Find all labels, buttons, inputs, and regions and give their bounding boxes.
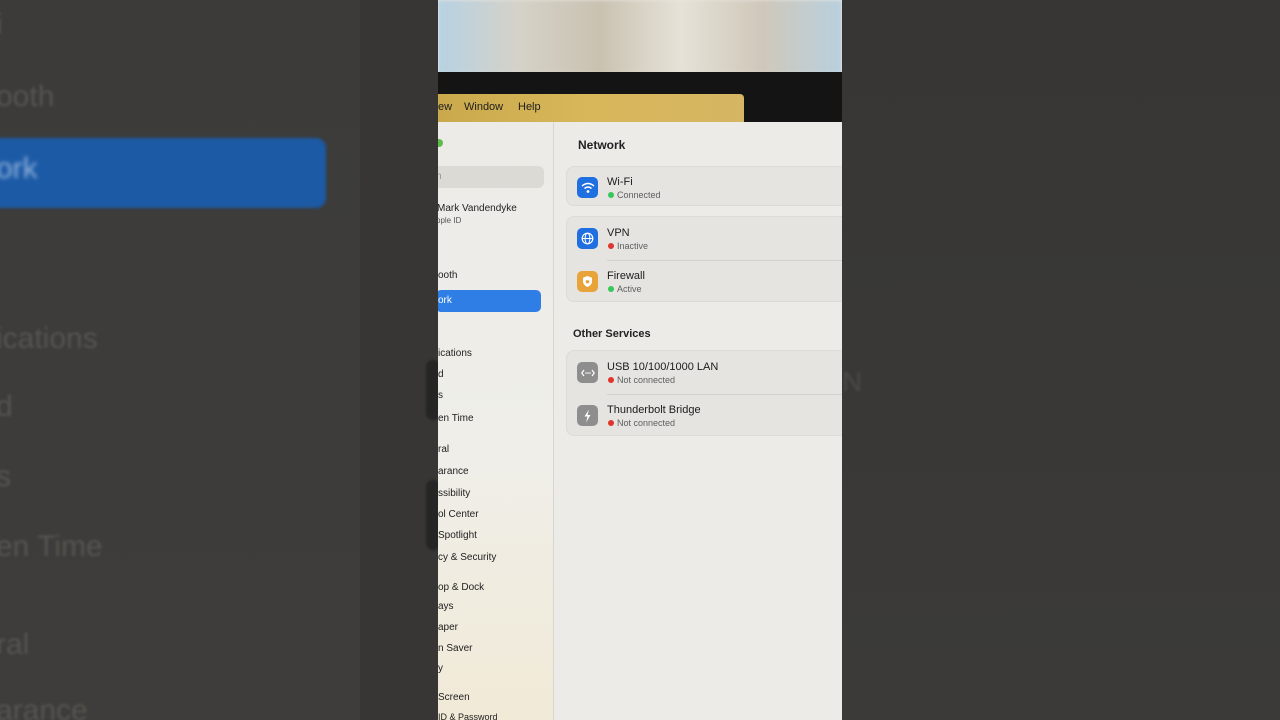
background-label: d xyxy=(0,390,13,423)
background-label: s xyxy=(0,460,11,493)
service-status: Connected xyxy=(617,190,661,200)
sidebar-item-displays[interactable]: ays xyxy=(438,601,454,612)
background-blur-right xyxy=(842,0,1280,720)
sidebar-item-wallpaper[interactable]: aper xyxy=(438,622,458,633)
service-row-vpn[interactable]: VPN Inactive xyxy=(567,218,842,258)
sidebar-item-screen-saver[interactable]: n Saver xyxy=(438,643,472,654)
status-dot xyxy=(608,286,614,292)
sidebar-item-bluetooth[interactable]: ooth xyxy=(438,270,457,281)
background-selected-item: ork xyxy=(0,138,326,208)
background-blur-left: i ooth ork ications d s en Time ral aran… xyxy=(0,0,438,720)
background-label: N xyxy=(842,366,863,397)
background-label: en Time xyxy=(0,530,103,563)
menu-help[interactable]: Help xyxy=(518,101,541,113)
status-dot xyxy=(608,377,614,383)
zoom-button[interactable] xyxy=(438,139,443,147)
sidebar-item-desktop-dock[interactable]: op & Dock xyxy=(438,582,484,593)
background-label: ooth xyxy=(0,80,55,113)
search-placeholder: h xyxy=(438,171,442,182)
sidebar-item-label: ork xyxy=(438,295,452,306)
search-field[interactable]: h xyxy=(438,166,544,188)
services-card: VPN Inactive Firewall Active xyxy=(566,216,842,302)
service-status: Not connected xyxy=(617,418,676,428)
status-dot xyxy=(608,243,614,249)
sidebar-item-privacy-security[interactable]: cy & Security xyxy=(438,552,496,563)
background-label: ork xyxy=(0,152,38,185)
sidebar-item-lock-screen[interactable]: Screen xyxy=(438,692,470,703)
background-shadow xyxy=(426,360,438,420)
background-label: arance xyxy=(0,694,88,720)
screen-photo: ew Window Help h Mark Vandendyke pple ID… xyxy=(438,0,842,720)
background-label: ral xyxy=(0,628,30,661)
status-dot xyxy=(608,192,614,198)
section-title: Other Services xyxy=(573,328,651,340)
sidebar-item-control-center[interactable]: ol Center xyxy=(438,509,479,520)
background-label: ications xyxy=(0,322,98,355)
service-status: Active xyxy=(617,284,642,294)
sidebar-item-siri-spotlight[interactable]: Spotlight xyxy=(438,530,477,541)
service-status: Inactive xyxy=(617,241,649,251)
sidebar: h Mark Vandendyke pple ID ooth ork icati… xyxy=(438,122,554,720)
wifi-card: Wi-Fi Connected xyxy=(566,166,842,206)
service-row-wifi[interactable]: Wi-Fi Connected xyxy=(567,167,842,207)
room-background xyxy=(438,0,842,74)
shield-icon xyxy=(577,271,598,292)
globe-icon xyxy=(577,228,598,249)
sidebar-item-sound[interactable]: d xyxy=(438,369,444,380)
service-name: VPN xyxy=(607,227,630,239)
sidebar-item-appearance[interactable]: arance xyxy=(438,466,469,477)
sidebar-item-battery[interactable]: y xyxy=(438,663,443,674)
menu-window[interactable]: Window xyxy=(464,101,503,113)
service-row-firewall[interactable]: Firewall Active xyxy=(567,261,842,301)
sidebar-item-network[interactable]: ork xyxy=(438,290,541,312)
background-gap xyxy=(360,0,438,720)
account-subtitle: pple ID xyxy=(438,216,462,225)
sidebar-item-focus[interactable]: s xyxy=(438,390,443,401)
status-dot xyxy=(608,420,614,426)
service-name: USB 10/100/1000 LAN xyxy=(607,361,719,373)
sidebar-item-notifications[interactable]: ications xyxy=(438,348,472,359)
system-settings-window: h Mark Vandendyke pple ID ooth ork icati… xyxy=(438,122,842,720)
network-pane: Network Wi-Fi Connected VPN Inactive Fir… xyxy=(554,122,842,720)
service-name: Firewall xyxy=(607,270,645,282)
page-title: Network xyxy=(578,138,626,152)
background-shadow xyxy=(426,480,438,550)
thunderbolt-icon xyxy=(577,405,598,426)
sidebar-item-accessibility[interactable]: ssibility xyxy=(438,488,470,499)
service-row-thunderbolt-bridge[interactable]: Thunderbolt Bridge Not connected xyxy=(567,395,842,435)
background-sidebar-zoom: i ooth ork ications d s en Time ral aran… xyxy=(0,0,360,720)
service-row-usb-lan[interactable]: USB 10/100/1000 LAN Not connected xyxy=(567,352,842,392)
sidebar-item-touch-id-password[interactable]: ID & Password xyxy=(438,712,498,720)
service-name: Thunderbolt Bridge xyxy=(607,404,701,416)
service-status: Not connected xyxy=(617,375,676,385)
menu-view[interactable]: ew xyxy=(438,101,452,113)
wifi-icon xyxy=(577,177,598,198)
sidebar-item-general[interactable]: ral xyxy=(438,444,449,455)
menu-bar: ew Window Help xyxy=(438,94,744,122)
ethernet-icon xyxy=(577,362,598,383)
sidebar-item-screen-time[interactable]: en Time xyxy=(438,413,474,424)
other-services-card: USB 10/100/1000 LAN Not connected Thunde… xyxy=(566,350,842,436)
service-name: Wi-Fi xyxy=(607,176,633,188)
account-name[interactable]: Mark Vandendyke xyxy=(438,203,517,214)
background-label: i xyxy=(0,8,3,42)
